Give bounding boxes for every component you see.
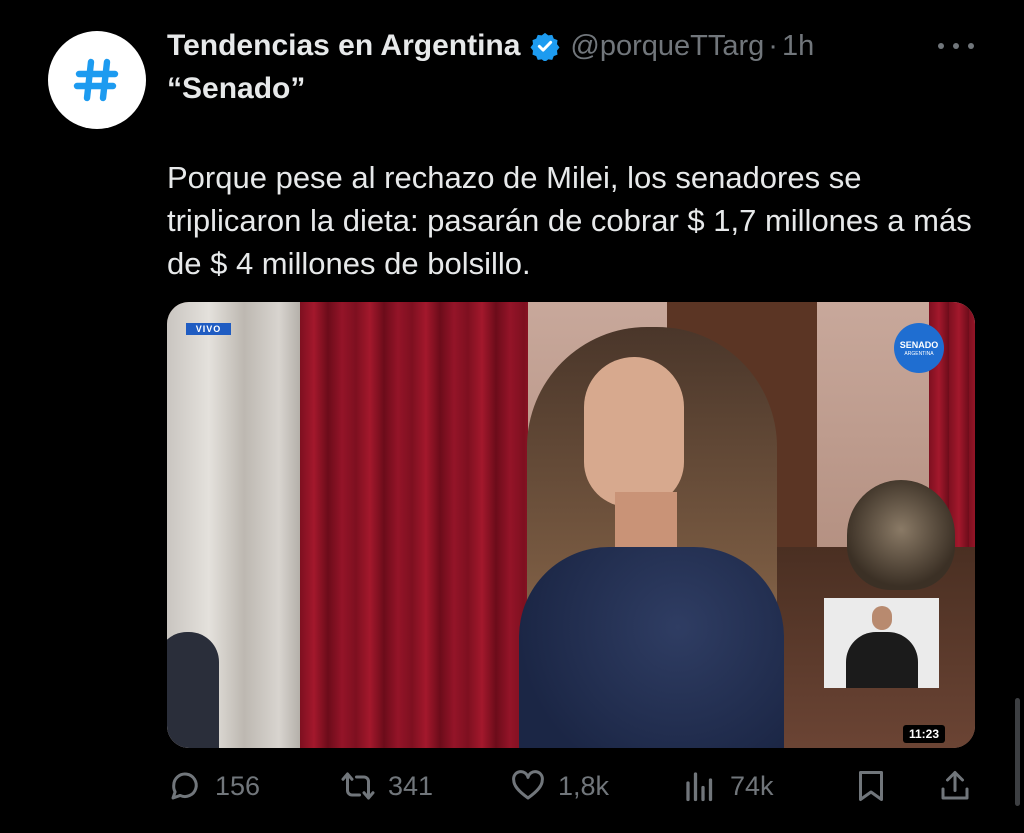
repost-icon	[341, 772, 375, 800]
interpreter-head	[872, 606, 892, 630]
red-curtain	[300, 302, 528, 748]
reply-button[interactable]: 156	[167, 768, 260, 804]
reply-icon	[171, 772, 198, 800]
hashtag-icon	[73, 58, 119, 102]
verified-badge-icon	[530, 32, 560, 61]
more-dot	[968, 43, 974, 49]
trend-subtitle: “Senado”	[167, 72, 306, 105]
repost-count: 341	[388, 770, 434, 801]
author-name[interactable]: Tendencias en Argentina	[167, 29, 520, 63]
reply-count: 156	[215, 770, 261, 801]
like-count: 1,8k	[558, 770, 610, 801]
person-face	[584, 357, 684, 507]
separator-dot: ·	[768, 29, 778, 62]
tweet-actions: 156 341 1,8k 74k	[167, 764, 977, 808]
share-button[interactable]	[937, 768, 985, 804]
bookmark-icon	[859, 771, 883, 801]
more-dot	[938, 43, 944, 49]
bookmark-button[interactable]	[853, 768, 901, 804]
view-count: 74k	[730, 770, 774, 801]
person-body	[519, 547, 784, 748]
more-dot	[953, 43, 959, 49]
senado-logo-sub: ARGENTINA	[904, 350, 934, 357]
senado-logo-text: SENADO	[899, 339, 939, 350]
tweet-text: Porque pese al rechazo de Milei, los sen…	[167, 160, 972, 281]
timestamp[interactable]: 1h	[782, 30, 814, 63]
views-icon	[686, 772, 713, 802]
more-options-icon[interactable]	[938, 36, 974, 56]
person-left-edge	[167, 632, 219, 748]
tweet-media-image[interactable]: VIVO SENADO ARGENTINA 11:23	[167, 302, 975, 748]
tweet-header: Tendencias en Argentina @porqueTTarg · 1…	[167, 26, 964, 66]
share-icon	[941, 771, 969, 800]
author-handle[interactable]: @porqueTTarg	[570, 30, 764, 63]
scrollbar[interactable]	[1015, 698, 1020, 806]
repost-button[interactable]: 341	[340, 768, 433, 804]
heart-icon	[512, 770, 544, 800]
avatar[interactable]	[48, 31, 146, 129]
video-duration: 11:23	[902, 725, 945, 743]
coat-of-arms	[847, 480, 955, 590]
sign-language-interpreter	[824, 598, 939, 688]
like-button[interactable]: 1,8k	[510, 768, 609, 804]
live-badge: VIVO	[186, 323, 231, 335]
interpreter-torso	[846, 632, 918, 688]
views-button[interactable]: 74k	[682, 768, 774, 804]
senado-logo: SENADO ARGENTINA	[894, 323, 944, 373]
